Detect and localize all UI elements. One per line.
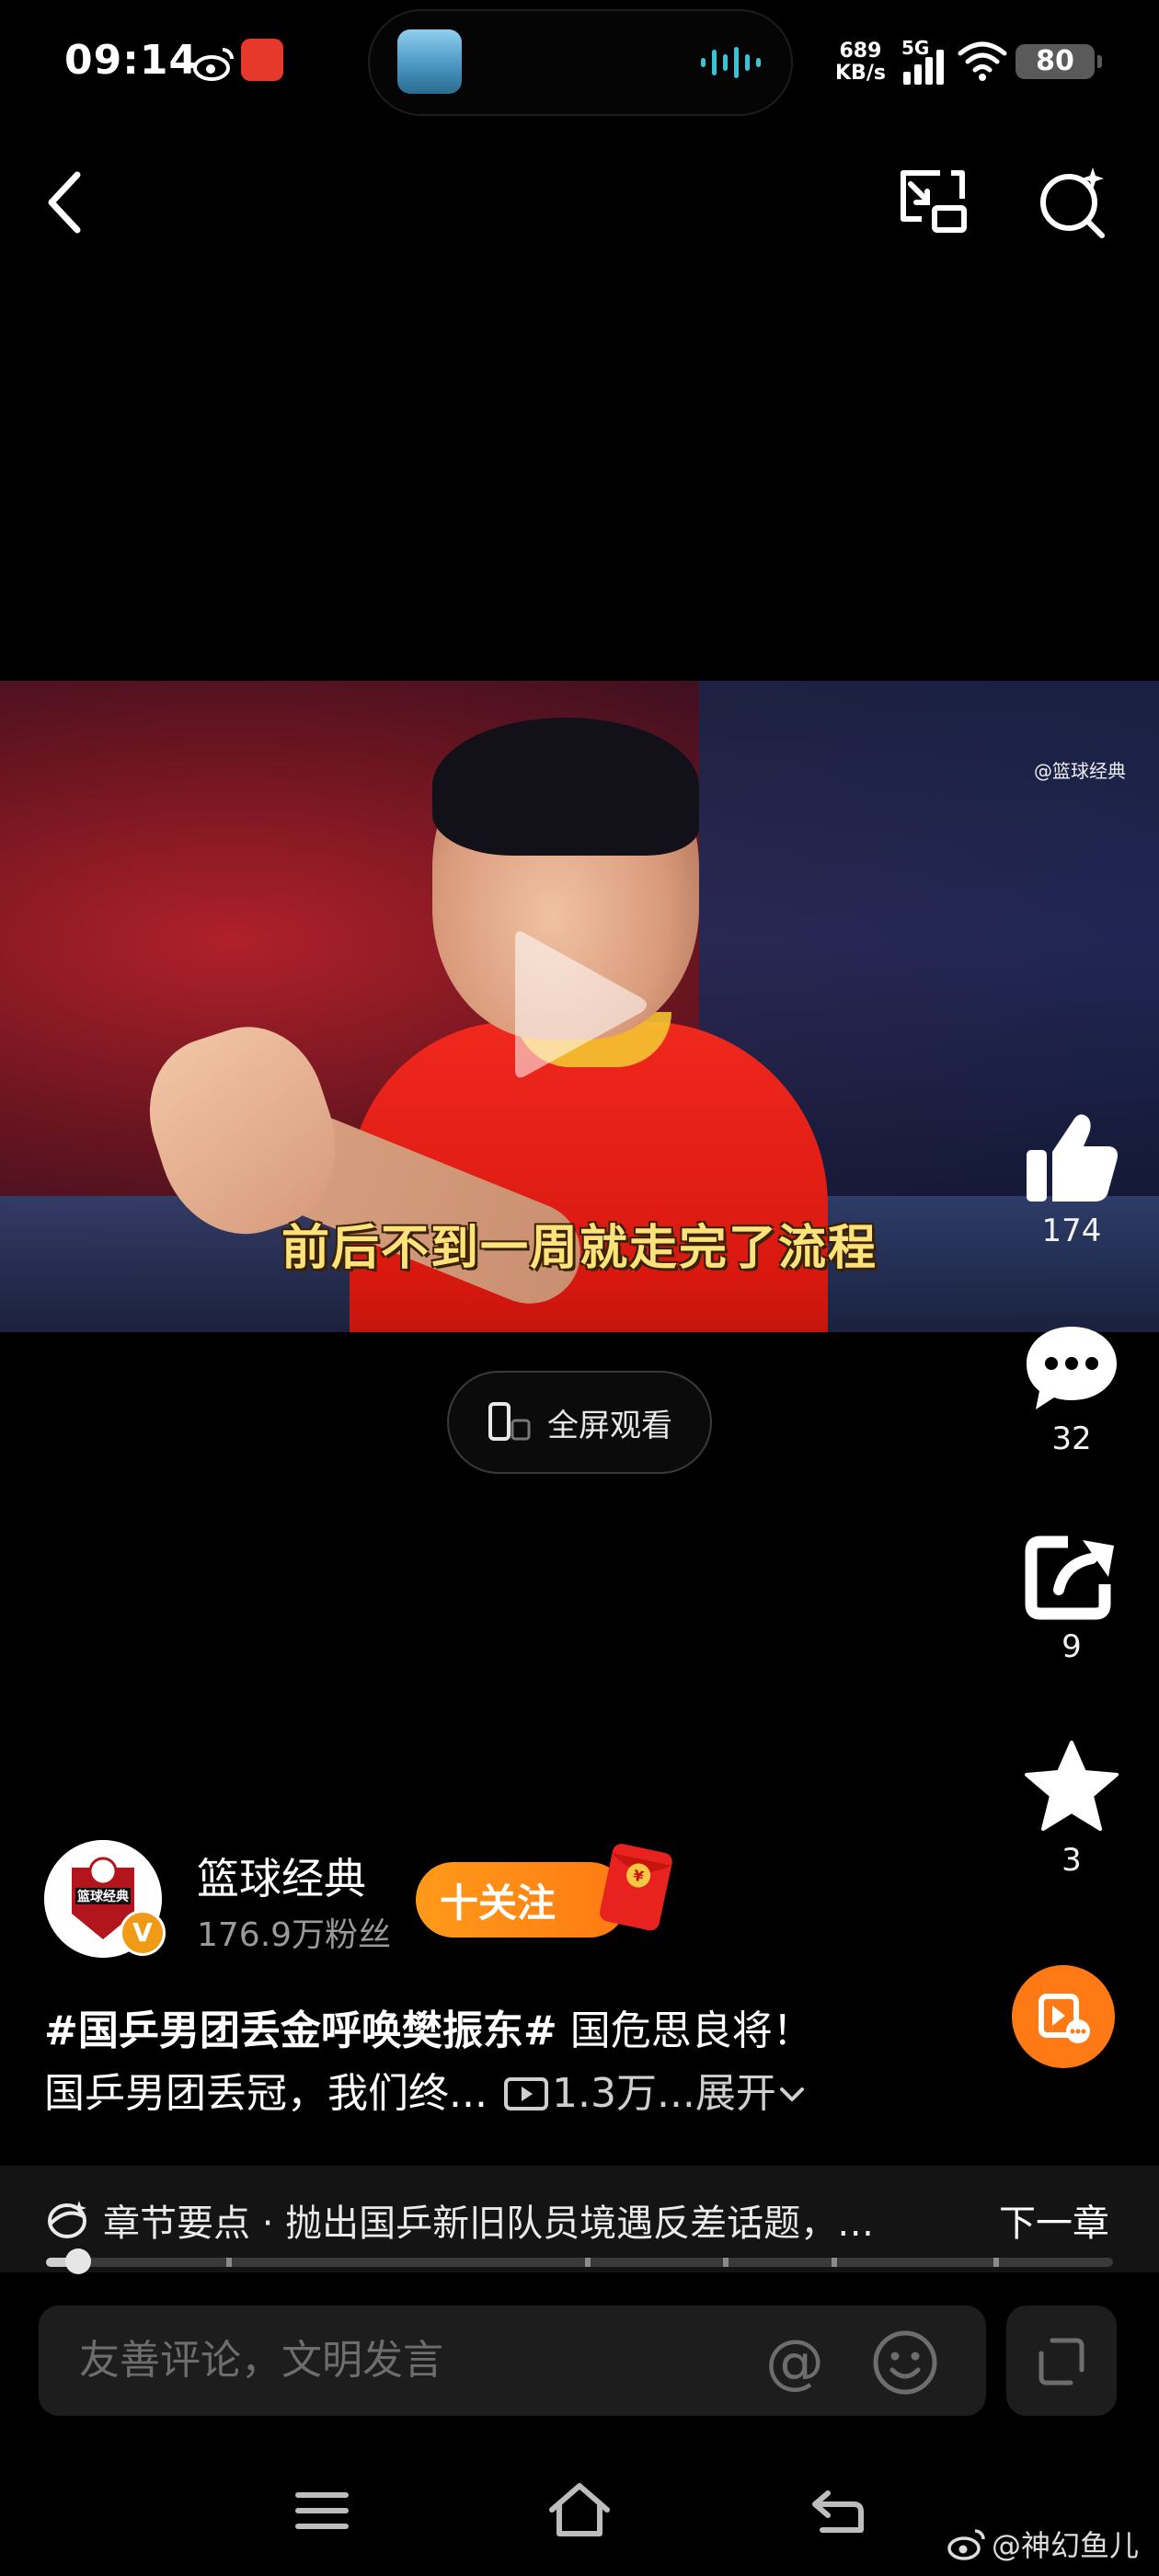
media-thumbnail-icon[interactable] bbox=[397, 29, 462, 94]
network-speed-value: 689 bbox=[839, 40, 882, 63]
next-chapter-button[interactable]: 下一章 bbox=[999, 2193, 1109, 2247]
credit-text: @神幻鱼儿 bbox=[991, 2528, 1139, 2563]
fullscreen-button[interactable]: 全屏观看 bbox=[447, 1371, 712, 1474]
wifi-icon bbox=[958, 41, 1007, 81]
comment-bubble-icon bbox=[1027, 1327, 1117, 1409]
video-caption[interactable]: #国乒男团丢金呼唤樊振东# 国危思良将！ 国乒男团丢冠，我们终... 1.3万 … bbox=[44, 2000, 1001, 2125]
author-fans: 176.9万粉丝 bbox=[197, 1916, 392, 1954]
picture-in-picture-icon[interactable] bbox=[894, 164, 973, 237]
network-speed: 689 KB/s bbox=[835, 40, 886, 85]
status-time: 09:14 bbox=[64, 37, 199, 84]
comment-input[interactable] bbox=[39, 2306, 986, 2416]
like-count: 174 bbox=[1041, 1213, 1102, 1249]
play-icon[interactable] bbox=[506, 922, 653, 1087]
search-ai-icon[interactable] bbox=[1034, 162, 1113, 241]
rotate-phone-icon bbox=[488, 1402, 531, 1441]
caption-hashtag[interactable]: #国乒男团丢金呼唤樊振东# bbox=[44, 2007, 557, 2054]
video-page: 09:14 689 KB/s 5G 80 @篮球经典 前后不到一周就走完了流程 … bbox=[0, 0, 1159, 2576]
back-arrow-icon[interactable] bbox=[37, 166, 92, 239]
view-count-icon bbox=[503, 2077, 548, 2110]
progress-track[interactable] bbox=[46, 2258, 1113, 2267]
author-name[interactable]: 篮球经典 bbox=[197, 1846, 366, 1906]
expand-icon bbox=[1039, 2338, 1084, 2386]
progress-knob[interactable] bbox=[65, 2248, 91, 2274]
thumbs-up-icon bbox=[1027, 1114, 1118, 1202]
home-icon[interactable] bbox=[543, 2478, 616, 2543]
weibo-icon bbox=[193, 48, 234, 81]
view-count: 1.3万 bbox=[551, 2070, 657, 2117]
caption-line1: 国危思良将！ bbox=[557, 2007, 813, 2054]
expand-comment-button[interactable] bbox=[1006, 2306, 1117, 2416]
chapter-ai-icon bbox=[48, 2201, 86, 2238]
chapter-marker bbox=[993, 2258, 999, 2267]
share-button[interactable]: 9 bbox=[1012, 1533, 1131, 1665]
chevron-down-icon[interactable] bbox=[776, 2078, 808, 2110]
chapter-marker bbox=[226, 2258, 232, 2267]
caption-line2: 国乒男团丢冠，我们终... bbox=[44, 2070, 488, 2117]
battery-indicator: 80 bbox=[1016, 44, 1102, 79]
video-player[interactable]: @篮球经典 前后不到一周就走完了流程 bbox=[0, 681, 1159, 1332]
app-notification-icon bbox=[241, 39, 283, 81]
author-logo-text: 篮球经典 bbox=[76, 1889, 129, 1904]
like-button[interactable]: 174 bbox=[1012, 1110, 1131, 1249]
audio-wave-icon bbox=[701, 47, 761, 78]
favorite-count: 3 bbox=[1061, 1842, 1082, 1879]
chapter-marker bbox=[585, 2258, 591, 2267]
weibo-logo-icon bbox=[947, 2529, 985, 2560]
favorite-button[interactable]: 3 bbox=[1012, 1739, 1131, 1879]
cell-signal-icon bbox=[903, 50, 944, 85]
comment-button[interactable]: 32 bbox=[1012, 1321, 1131, 1457]
red-packet-icon[interactable]: ¥ bbox=[589, 1838, 681, 1939]
share-icon bbox=[1025, 1535, 1114, 1620]
video-subtitle: 前后不到一周就走完了流程 bbox=[281, 1221, 878, 1276]
chapter-summary[interactable]: 章节要点 · 抛出国乒新旧队员境遇反差话题，… bbox=[103, 2193, 894, 2247]
video-play-icon bbox=[1039, 1994, 1090, 2043]
expand-caption[interactable]: ...展开 bbox=[657, 2063, 776, 2125]
chapter-marker bbox=[832, 2258, 837, 2267]
share-count: 9 bbox=[1061, 1628, 1082, 1665]
player-hair bbox=[432, 718, 699, 856]
verified-badge: V bbox=[120, 1910, 166, 1956]
back-nav-icon[interactable] bbox=[800, 2478, 874, 2543]
related-video-button[interactable] bbox=[1012, 1965, 1115, 2068]
chapter-marker bbox=[723, 2258, 729, 2267]
video-watermark: @篮球经典 bbox=[1034, 760, 1126, 782]
menu-icon[interactable] bbox=[285, 2478, 359, 2543]
network-speed-unit: KB/s bbox=[835, 62, 886, 85]
mention-button[interactable]: @ bbox=[760, 2328, 830, 2398]
comment-count: 32 bbox=[1051, 1420, 1092, 1457]
emoji-icon[interactable] bbox=[870, 2328, 940, 2398]
source-credit: @神幻鱼儿 bbox=[947, 2523, 1139, 2565]
fullscreen-label: 全屏观看 bbox=[547, 1407, 672, 1444]
star-icon bbox=[1025, 1741, 1119, 1831]
